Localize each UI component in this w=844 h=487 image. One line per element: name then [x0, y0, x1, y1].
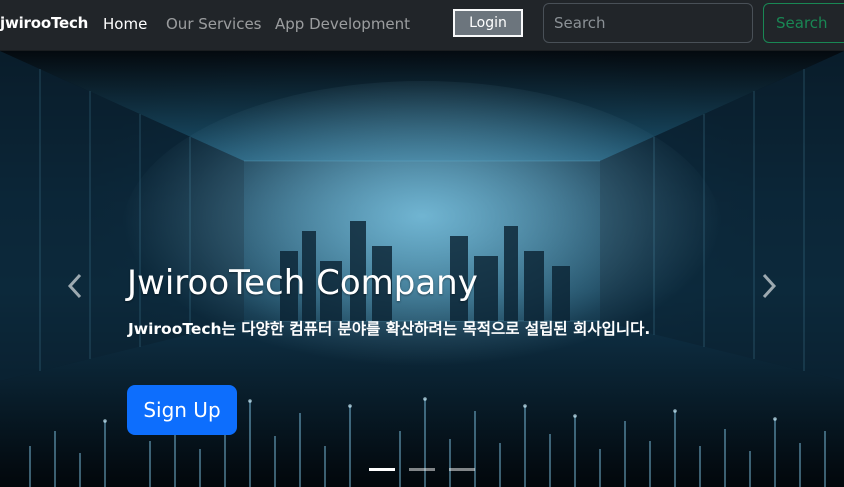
- hero-carousel: JwirooTech Company JwirooTech는 다양한 컴퓨터 분…: [0, 51, 844, 487]
- nav-link-app-development[interactable]: App Development: [275, 15, 410, 33]
- carousel-indicator[interactable]: [369, 468, 395, 471]
- carousel-prev-button[interactable]: [60, 266, 90, 306]
- carousel-indicator[interactable]: [449, 468, 475, 471]
- search-button[interactable]: Search: [763, 3, 844, 43]
- carousel-indicators: [369, 468, 475, 471]
- nav-link-home[interactable]: Home: [103, 15, 147, 33]
- nav-link-our-services[interactable]: Our Services: [166, 15, 262, 33]
- carousel-title: JwirooTech Company: [127, 263, 478, 303]
- carousel-indicator[interactable]: [409, 468, 435, 471]
- carousel-next-button[interactable]: [754, 266, 784, 306]
- login-button[interactable]: Login: [453, 9, 523, 37]
- search-input[interactable]: [543, 3, 753, 43]
- chevron-right-icon: [762, 273, 777, 299]
- navbar: jwirooTech Home Our Services App Develop…: [0, 0, 844, 51]
- carousel-description: JwirooTech는 다양한 컴퓨터 분야를 확산하려는 목적으로 설립된 회…: [128, 320, 651, 338]
- chevron-left-icon: [67, 273, 82, 299]
- brand-logo[interactable]: jwirooTech: [0, 14, 88, 32]
- signup-button[interactable]: Sign Up: [127, 385, 237, 435]
